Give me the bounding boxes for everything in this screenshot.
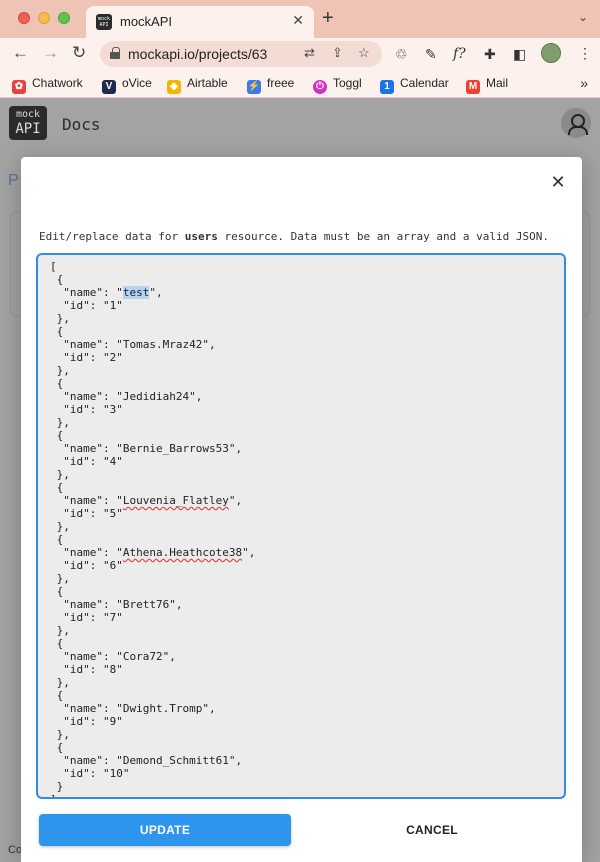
tab-search-chevron-icon[interactable]: ⌄ xyxy=(578,10,588,24)
calendar-icon: 1 xyxy=(380,80,394,94)
more-bookmarks-button[interactable]: » xyxy=(580,75,588,91)
bookmark-label: freee xyxy=(267,76,295,90)
modal-description: Edit/replace data for users resource. Da… xyxy=(39,230,549,243)
browser-toolbar: ← → ↻ mockapi.io/projects/63 ⇄ ⇪ ☆ ♲ ✎ f… xyxy=(0,38,600,70)
eyedropper-icon[interactable]: ✎ xyxy=(425,46,437,62)
extension-recycle-icon[interactable]: ♲ xyxy=(395,46,408,62)
bookmark-toggl[interactable]: ⏻ Toggl xyxy=(313,76,362,94)
resource-name: users xyxy=(184,230,218,243)
user-id-value: 8 xyxy=(109,663,117,676)
browser-tab-bar: mock API mockAPI ✕ + ⌄ xyxy=(0,0,600,38)
bookmark-label: Calendar xyxy=(400,76,449,90)
user-account-icon[interactable] xyxy=(561,108,591,138)
tab-close-icon[interactable]: ✕ xyxy=(292,12,304,29)
ovice-icon: V xyxy=(102,80,116,94)
back-button[interactable]: ← xyxy=(12,43,29,63)
mockapi-logo[interactable]: mock API xyxy=(9,106,47,140)
bookmark-freee[interactable]: ⚡ freee xyxy=(247,76,294,94)
tab-title: mockAPI xyxy=(120,14,173,29)
user-name-value: Bernie_Barrows53 xyxy=(122,442,229,455)
close-window-button[interactable] xyxy=(18,12,30,24)
chatwork-icon: ✿ xyxy=(12,80,26,94)
bookmarks-bar: ✿ Chatwork VoVice ◆ Airtable ⚡ freee ⏻ Toggl… xyxy=(0,70,600,98)
user-name-value: Brett76 xyxy=(122,598,170,611)
json-editor-content: [ { "name": "test", "id": "1" }, { "name… xyxy=(50,260,256,797)
lock-icon[interactable] xyxy=(110,47,120,59)
user-name-value: Athena.Heathcote38 xyxy=(122,546,243,559)
user-name-value: Jedidiah24 xyxy=(122,390,190,403)
close-icon[interactable]: ✕ xyxy=(548,172,568,192)
user-id-value: 5 xyxy=(109,507,117,520)
freee-icon: ⚡ xyxy=(247,80,261,94)
new-tab-button[interactable]: + xyxy=(322,8,334,28)
bookmark-calendar[interactable]: 1 Calendar xyxy=(380,76,449,94)
json-editor-textarea[interactable]: [ { "name": "test", "id": "1" }, { "name… xyxy=(36,253,566,799)
cancel-button[interactable]: CANCEL xyxy=(321,814,543,846)
minimize-window-button[interactable] xyxy=(38,12,50,24)
user-id-value: 2 xyxy=(109,351,117,364)
maximize-window-button[interactable] xyxy=(58,12,70,24)
page-footer-fragment: Co xyxy=(8,844,23,856)
airtable-icon: ◆ xyxy=(167,80,181,94)
user-id-value: 9 xyxy=(109,715,117,728)
gmail-icon: M xyxy=(466,80,480,94)
update-button[interactable]: UPDATE xyxy=(39,814,291,846)
reload-button[interactable]: ↻ xyxy=(72,43,86,63)
bookmark-label: Airtable xyxy=(187,76,228,90)
address-bar[interactable]: mockapi.io/projects/63 ⇄ ⇪ ☆ xyxy=(100,41,382,67)
user-id-value: 7 xyxy=(109,611,117,624)
mockapi-favicon-icon: mock API xyxy=(96,14,112,30)
user-name-value: Dwight.Tromp xyxy=(122,702,203,715)
bookmark-label: Chatwork xyxy=(32,76,83,90)
description-suffix: resource. Data must be an array and a va… xyxy=(217,230,549,243)
bookmark-label: Toggl xyxy=(333,76,362,90)
user-name-value: test xyxy=(122,286,150,299)
user-id-value: 6 xyxy=(109,559,117,572)
user-name-value: Tomas.Mraz42 xyxy=(122,338,203,351)
bookmark-label: Mail xyxy=(486,76,509,90)
user-id-value: 4 xyxy=(109,455,117,468)
profile-avatar[interactable] xyxy=(541,43,561,63)
user-name-value: Demond_Schmitt61 xyxy=(122,754,229,767)
browser-menu-icon[interactable]: ⋮ xyxy=(578,45,592,62)
user-name-value: Cora72 xyxy=(122,650,163,663)
url-text: mockapi.io/projects/63 xyxy=(128,46,268,62)
browser-tab-mockapi[interactable]: mock API mockAPI ✕ xyxy=(86,6,314,38)
translate-icon[interactable]: ⇄ xyxy=(304,45,315,61)
bookmark-mail[interactable]: M Mail xyxy=(466,76,508,94)
share-icon[interactable]: ⇪ xyxy=(332,45,343,61)
logo-text-bottom: API xyxy=(15,121,41,137)
formula-extension-icon[interactable]: f? xyxy=(453,46,466,62)
bookmark-star-icon[interactable]: ☆ xyxy=(358,45,370,61)
extensions-puzzle-icon[interactable]: ✚ xyxy=(484,46,496,62)
forward-button[interactable]: → xyxy=(42,43,59,63)
toggl-icon: ⏻ xyxy=(313,80,327,94)
bookmark-chatwork[interactable]: ✿ Chatwork xyxy=(12,76,83,94)
edit-data-modal: ✕ Edit/replace data for users resource. … xyxy=(21,157,582,862)
bookmark-ovice[interactable]: VoVice xyxy=(102,76,152,94)
bookmark-label: oVice xyxy=(122,76,152,90)
description-prefix: Edit/replace data for xyxy=(39,230,185,243)
user-id-value: 1 xyxy=(109,299,117,312)
page-title[interactable]: Docs xyxy=(62,115,101,134)
bookmark-airtable[interactable]: ◆ Airtable xyxy=(167,76,228,94)
logo-text-top: mock xyxy=(15,109,41,120)
side-panel-icon[interactable]: ◧ xyxy=(513,46,526,62)
user-id-value: 10 xyxy=(109,767,123,780)
user-id-value: 3 xyxy=(109,403,117,416)
user-name-value: Louvenia_Flatley xyxy=(122,494,229,507)
page-heading-fragment: P xyxy=(8,172,19,189)
